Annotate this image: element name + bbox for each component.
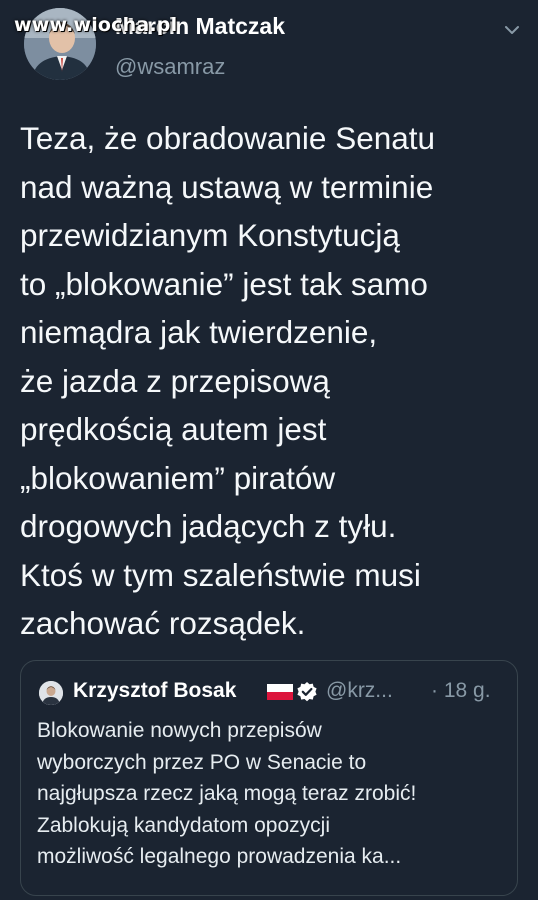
tweet-line: to „blokowanie” jest tak samo <box>20 265 428 302</box>
poland-flag-icon <box>267 682 293 702</box>
tweet-line: zachować rozsądek. <box>20 605 306 641</box>
quoted-tweet[interactable]: Krzysztof Bosak @krz... · 18 g. Blokowan… <box>20 660 518 896</box>
quoted-line: Blokowanie nowych przepisów <box>37 719 322 742</box>
tweet-line: Teza, że obradowanie Senatu <box>20 120 436 156</box>
quoted-tweet-text: Blokowanie nowych przepisów wyborczych p… <box>37 715 507 873</box>
quoted-line: Zablokują kandydatom opozycji <box>37 813 330 837</box>
tweet-line: przewidzianym Konstytucją <box>20 217 400 253</box>
tweet-line: niemądra jak twierdzenie, <box>20 314 378 350</box>
quoted-timestamp[interactable]: · 18 g. <box>431 679 491 703</box>
quoted-author-avatar[interactable] <box>39 681 63 705</box>
tweet-text: Teza, że obradowanie Senatu nad ważną us… <box>20 114 525 648</box>
chevron-down-icon[interactable] <box>500 18 524 42</box>
tweet-line: nad ważną ustawą w terminie <box>20 168 434 205</box>
tweet-line: prędkością autem jest <box>20 411 327 447</box>
tweet-line: drogowych jadących z tyłu. <box>20 508 397 544</box>
quoted-author-handle[interactable]: @krz... <box>326 679 393 703</box>
watermark: www.wiocha.pl <box>14 14 178 36</box>
tweet-line: że jazda z przepisową <box>20 362 330 399</box>
quoted-line: najgłupsza rzecz jaką mogą teraz zrobić! <box>37 782 417 805</box>
verified-badge-icon <box>296 681 318 703</box>
tweet-line: „blokowaniem” piratów <box>20 459 336 496</box>
quoted-line: możliwość legalnego prowadzenia ka... <box>37 845 402 868</box>
author-handle[interactable]: @wsamraz <box>115 54 225 80</box>
tweet-line: Ktoś w tym szaleństwie musi <box>20 556 421 593</box>
quoted-author-name[interactable]: Krzysztof Bosak <box>73 679 236 703</box>
quoted-line: wyborczych przez PO w Senacie to <box>37 750 367 774</box>
